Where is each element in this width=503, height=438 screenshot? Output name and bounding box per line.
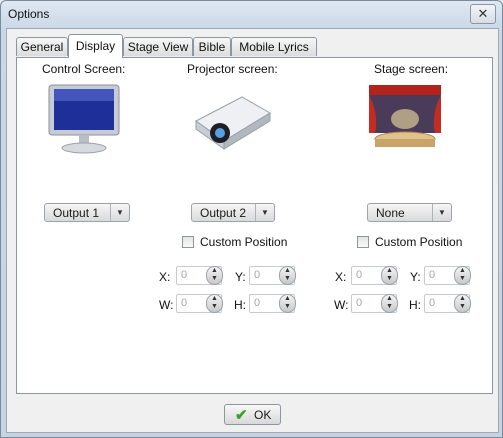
tab-display[interactable]: Display bbox=[68, 34, 123, 58]
checkmark-icon: ✔ bbox=[235, 407, 248, 424]
close-icon: ✕ bbox=[477, 6, 489, 21]
projector-custom-position-checkbox[interactable] bbox=[182, 236, 194, 248]
projector-h-label: H: bbox=[234, 298, 246, 312]
stage-custom-position-label: Custom Position bbox=[375, 235, 463, 249]
projector-x-label: X: bbox=[159, 270, 171, 284]
projector-h-input[interactable]: 0 ▲ ▼ bbox=[249, 294, 296, 313]
chevron-down-icon: ▼ bbox=[255, 204, 274, 221]
dialog-client: General Display Stage View Bible Mobile … bbox=[6, 28, 499, 433]
options-window: Options ✕ General Display Stage View Bib… bbox=[0, 0, 503, 438]
projector-y-input[interactable]: 0 ▲ ▼ bbox=[249, 266, 296, 285]
stage-h-input[interactable]: 0 ▲ ▼ bbox=[424, 294, 471, 313]
projector-x-input[interactable]: 0 ▲ ▼ bbox=[176, 266, 223, 285]
spin-buttons-icon[interactable]: ▲ ▼ bbox=[279, 266, 296, 285]
tab-mobile-lyrics[interactable]: Mobile Lyrics bbox=[231, 37, 317, 56]
stage-screen-select[interactable]: None ▼ bbox=[367, 203, 452, 222]
spin-buttons-icon[interactable]: ▲ ▼ bbox=[454, 266, 471, 285]
projector-y-label: Y: bbox=[235, 270, 246, 284]
projector-w-input[interactable]: 0 ▲ ▼ bbox=[176, 294, 223, 313]
chevron-down-icon: ▼ bbox=[432, 204, 451, 221]
title-bar[interactable]: Options ✕ bbox=[1, 1, 502, 27]
stage-w-label: W: bbox=[334, 298, 349, 312]
chevron-down-icon: ▼ bbox=[110, 204, 129, 221]
projector-custom-position-label: Custom Position bbox=[200, 235, 288, 249]
close-button[interactable]: ✕ bbox=[470, 4, 496, 24]
projector-screen-label: Projector screen: bbox=[187, 62, 278, 76]
tab-general[interactable]: General bbox=[16, 37, 68, 56]
spin-buttons-icon[interactable]: ▲ ▼ bbox=[206, 266, 223, 285]
spin-buttons-icon[interactable]: ▲ ▼ bbox=[381, 294, 398, 313]
stage-y-input[interactable]: 0 ▲ ▼ bbox=[424, 266, 471, 285]
projector-screen-select[interactable]: Output 2 ▼ bbox=[191, 203, 275, 222]
spin-buttons-icon[interactable]: ▲ ▼ bbox=[279, 294, 296, 313]
projector-icon bbox=[195, 96, 271, 150]
stage-screen-label: Stage screen: bbox=[374, 62, 449, 76]
control-screen-label: Control Screen: bbox=[42, 62, 126, 76]
stage-h-label: H: bbox=[409, 298, 421, 312]
stage-w-input[interactable]: 0 ▲ ▼ bbox=[351, 294, 398, 313]
stage-custom-position-checkbox[interactable] bbox=[357, 236, 369, 248]
projector-w-label: W: bbox=[159, 298, 174, 312]
tab-stage-view[interactable]: Stage View bbox=[123, 37, 193, 56]
spin-buttons-icon[interactable]: ▲ ▼ bbox=[454, 294, 471, 313]
window-title: Options bbox=[8, 7, 50, 21]
stage-x-label: X: bbox=[335, 270, 347, 284]
ok-button[interactable]: ✔ OK bbox=[224, 404, 281, 425]
control-screen-select[interactable]: Output 1 ▼ bbox=[44, 203, 130, 222]
spin-buttons-icon[interactable]: ▲ ▼ bbox=[206, 294, 223, 313]
stage-x-input[interactable]: 0 ▲ ▼ bbox=[351, 266, 398, 285]
stage-y-label: Y: bbox=[410, 270, 421, 284]
tab-bible[interactable]: Bible bbox=[193, 37, 231, 56]
monitor-icon bbox=[48, 84, 120, 154]
stage-icon bbox=[369, 85, 441, 147]
display-panel: Control Screen: Output 1 ▼ Projector scr… bbox=[16, 57, 493, 394]
spin-buttons-icon[interactable]: ▲ ▼ bbox=[381, 266, 398, 285]
